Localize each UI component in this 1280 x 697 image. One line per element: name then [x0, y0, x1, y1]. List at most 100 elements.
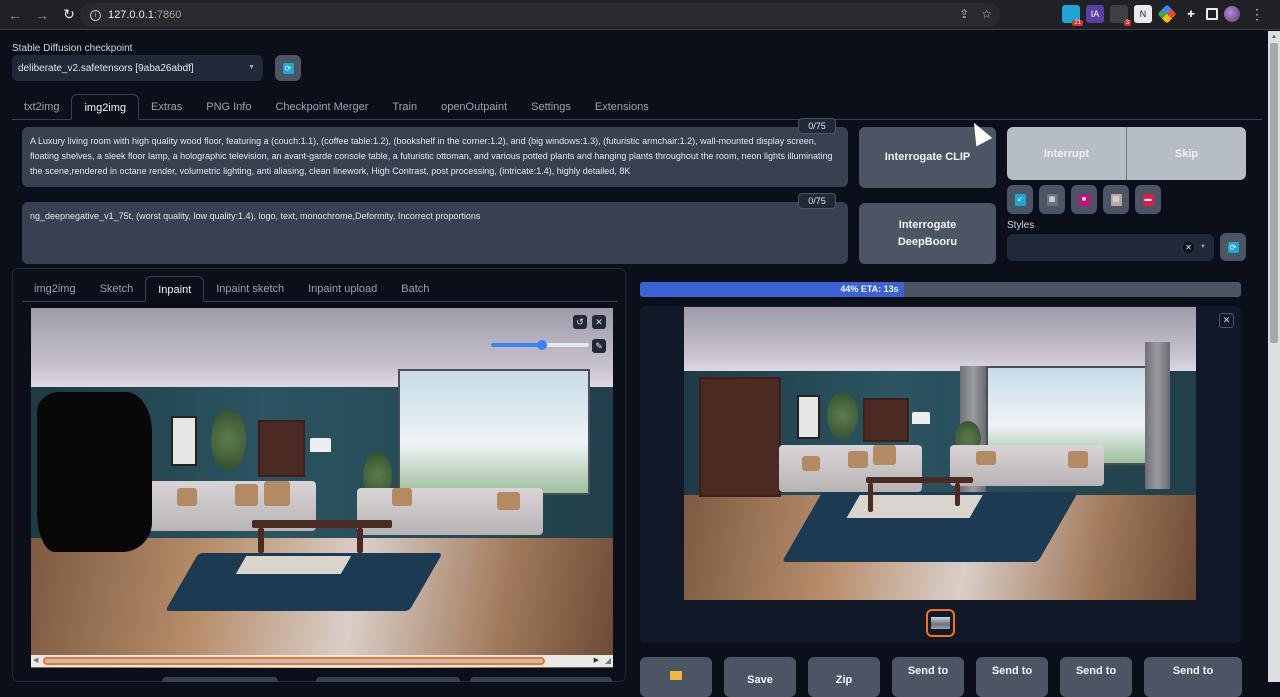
tab-txt2img[interactable]: txt2img: [12, 94, 71, 120]
read-params-icon: ↙: [1014, 193, 1026, 206]
clipboard-button[interactable]: ▤: [1103, 185, 1129, 214]
url-host: 127.0.0.1: [108, 9, 154, 21]
resize-handle-icon[interactable]: ◢: [605, 656, 611, 665]
subtab-sketch[interactable]: Sketch: [88, 276, 146, 302]
subtab-img2img[interactable]: img2img: [22, 276, 88, 302]
subtab-inpaint[interactable]: Inpaint: [145, 276, 205, 302]
open-folder-button[interactable]: [640, 657, 712, 697]
prompt-input[interactable]: A Luxury living room with high quality w…: [22, 127, 848, 187]
chevron-down-icon: ▼: [1200, 244, 1206, 250]
checkpoint-label: Stable Diffusion checkpoint: [12, 43, 133, 54]
send-to-openoutpaint-button[interactable]: Send to: [1144, 657, 1242, 697]
control-strip: [470, 677, 612, 682]
refresh-checkpoints-button[interactable]: ⟳: [275, 55, 301, 81]
refresh-icon: ⟳: [1227, 241, 1239, 253]
clear-icon[interactable]: ✕: [1183, 242, 1194, 253]
action-label: Save: [747, 674, 773, 686]
tab-train[interactable]: Train: [380, 94, 429, 120]
output-image[interactable]: [684, 307, 1196, 600]
output-actions: Save Zip Send to Send to Send to Send to: [640, 657, 1242, 697]
scroll-thumb[interactable]: [43, 657, 545, 665]
ext-ia-icon[interactable]: IA: [1086, 5, 1104, 23]
tab-img2img[interactable]: img2img: [71, 94, 140, 120]
scroll-right-icon[interactable]: ▶: [594, 656, 599, 664]
browser-toolbar: ← → ↻ i 127.0.0.1 :7860 ⇪ ☆ 21 IA 3 N ✚ ⋮: [0, 0, 1280, 30]
extension-badge: 21: [1072, 20, 1083, 26]
zip-button[interactable]: Zip: [808, 657, 880, 697]
interrupt-button[interactable]: Interrupt: [1007, 127, 1126, 180]
undo-icon[interactable]: ↺: [573, 315, 587, 329]
save-style-button[interactable]: ▬: [1135, 185, 1161, 214]
img2img-mode-tabs: img2img Sketch Inpaint Inpaint sketch Inpain…: [22, 276, 618, 302]
extra-networks-icon: ■: [1078, 193, 1090, 206]
send-to-inpaint-button[interactable]: Send to: [976, 657, 1048, 697]
slider-handle[interactable]: [536, 340, 547, 350]
extension-label: IA: [1090, 9, 1100, 19]
inpaint-canvas[interactable]: [31, 308, 613, 668]
extra-networks-button[interactable]: ■: [1071, 185, 1097, 214]
site-info-icon[interactable]: i: [90, 9, 101, 21]
gallery-thumbnail[interactable]: [926, 609, 955, 637]
profile-avatar[interactable]: [1224, 6, 1240, 22]
ext-screen-icon[interactable]: 3: [1110, 5, 1131, 26]
checkpoint-value: deliberate_v2.safetensors [9aba26abdf]: [18, 62, 194, 74]
action-label: Send to: [907, 665, 949, 677]
forward-icon[interactable]: →: [30, 3, 54, 27]
subtab-inpaint-sketch[interactable]: Inpaint sketch: [204, 276, 296, 302]
tab-openoutpaint[interactable]: openOutpaint: [429, 94, 519, 120]
trash-button[interactable]: ▦: [1039, 185, 1065, 214]
save-button[interactable]: Save: [724, 657, 796, 697]
more-menu-icon[interactable]: ⋮: [1250, 6, 1264, 23]
subtab-batch[interactable]: Batch: [389, 276, 441, 302]
ext-diamond-icon[interactable]: [1157, 4, 1177, 24]
side-panel-icon[interactable]: [1206, 8, 1218, 20]
interrogate-deepbooru-button[interactable]: Interrogate DeepBooru: [859, 203, 996, 264]
scroll-up-icon[interactable]: ▲: [1270, 33, 1278, 41]
ext-notifications-icon[interactable]: 21: [1062, 5, 1083, 26]
tab-settings[interactable]: Settings: [519, 94, 583, 120]
close-icon[interactable]: ✕: [1219, 313, 1234, 328]
read-params-button[interactable]: ↙: [1007, 185, 1033, 214]
styles-dropdown[interactable]: ✕ ▼: [1007, 234, 1214, 261]
bookmark-star-icon[interactable]: ☆: [981, 7, 992, 21]
ext-notion-icon[interactable]: N: [1134, 5, 1152, 23]
negative-token-counter: 0/75: [798, 193, 836, 209]
scroll-left-icon[interactable]: ◀: [33, 656, 38, 664]
page-scrollbar[interactable]: ▲: [1268, 31, 1280, 682]
webui-page: Stable Diffusion checkpoint deliberate_v…: [0, 31, 1268, 697]
brush-icon[interactable]: ✎: [592, 339, 606, 353]
refresh-styles-button[interactable]: ⟳: [1220, 233, 1246, 261]
tab-png-info[interactable]: PNG Info: [194, 94, 263, 120]
progress-bar: 44% ETA: 13s: [640, 282, 1241, 297]
tab-checkpoint-merger[interactable]: Checkpoint Merger: [263, 94, 380, 120]
main-tabs: txt2img img2img Extras PNG Info Checkpoint M…: [12, 94, 1262, 120]
address-bar[interactable]: i 127.0.0.1 :7860 ⇪ ☆: [80, 3, 1000, 27]
back-icon[interactable]: ←: [3, 3, 27, 27]
extension-badge: 3: [1123, 20, 1131, 26]
share-icon[interactable]: ⇪: [959, 7, 969, 21]
page-scroll-thumb[interactable]: [1270, 43, 1278, 343]
subtab-inpaint-upload[interactable]: Inpaint upload: [296, 276, 389, 302]
send-to-img2img-button[interactable]: Send to: [892, 657, 964, 697]
save-style-icon: ▬: [1142, 193, 1154, 206]
tab-extras[interactable]: Extras: [139, 94, 194, 120]
inpaint-mask: [37, 392, 152, 552]
source-image: [31, 308, 613, 668]
interrogate-deepbooru-label: Interrogate DeepBooru: [897, 218, 958, 248]
tab-extensions[interactable]: Extensions: [583, 94, 661, 120]
prompt-token-counter: 0/75: [798, 118, 836, 134]
negative-prompt-input[interactable]: ng_deepnegative_v1_75t, (worst quality, …: [22, 202, 848, 264]
brush-size-slider[interactable]: [491, 340, 589, 350]
send-to-extras-button[interactable]: Send to: [1060, 657, 1132, 697]
extensions-puzzle-icon[interactable]: ✚: [1182, 5, 1200, 23]
clipboard-icon: ▤: [1110, 193, 1122, 206]
canvas-scrollbar[interactable]: ◀ ▶ ◢: [31, 655, 613, 667]
control-strip: [162, 677, 278, 682]
checkpoint-dropdown[interactable]: deliberate_v2.safetensors [9aba26abdf] ▼: [12, 55, 263, 81]
extension-label: N: [1139, 9, 1147, 19]
clear-canvas-icon[interactable]: ✕: [592, 315, 606, 329]
chevron-down-icon: ▼: [248, 64, 255, 71]
skip-button[interactable]: Skip: [1126, 127, 1246, 180]
reload-icon[interactable]: ↻: [57, 3, 81, 27]
action-label: Zip: [835, 674, 853, 686]
